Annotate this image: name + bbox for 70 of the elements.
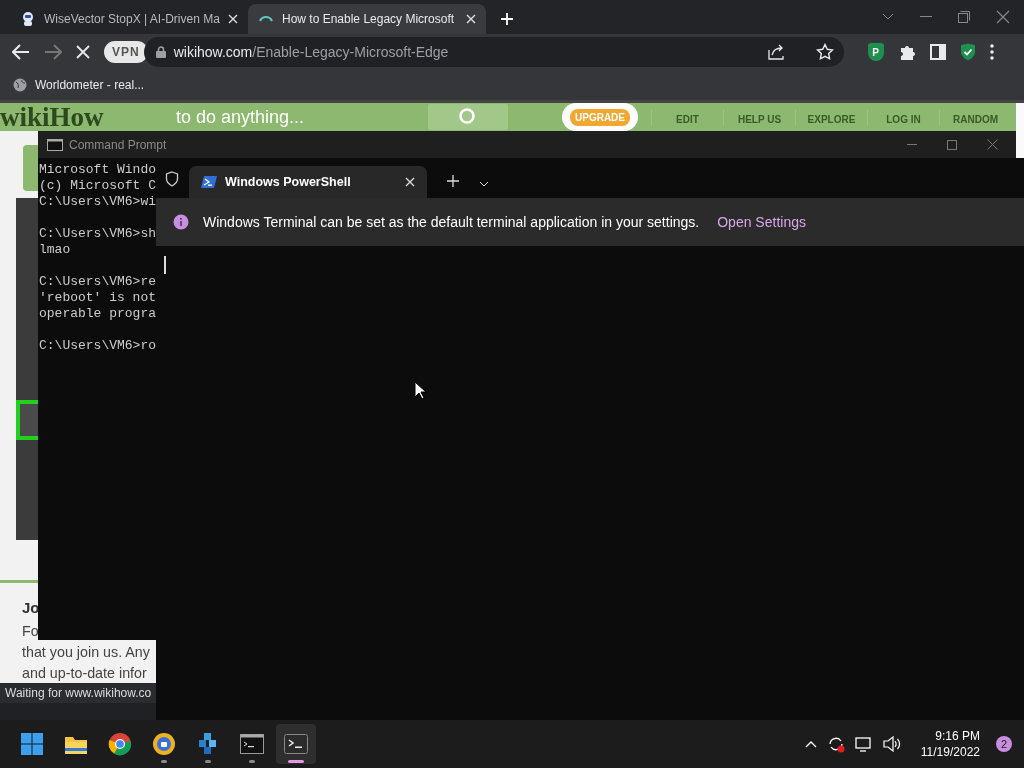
text-cursor — [164, 256, 166, 274]
search-icon — [458, 107, 478, 127]
nav-link[interactable]: LOG IN — [867, 109, 939, 125]
command-prompt-icon — [47, 138, 63, 151]
window-title: Command Prompt — [69, 137, 167, 152]
console-line: C:\Users\VM6>re — [39, 274, 157, 290]
console-line: lmao — [39, 242, 71, 258]
back-icon[interactable] — [12, 44, 30, 60]
nav-link[interactable]: EDIT — [651, 109, 723, 125]
mouse-pointer-icon — [414, 381, 426, 400]
tagline: to do anything... — [176, 106, 306, 128]
stop-icon[interactable] — [76, 45, 90, 59]
speaker-icon[interactable] — [882, 736, 901, 752]
sync-icon[interactable] — [826, 735, 845, 753]
taskbar-button[interactable] — [276, 724, 316, 764]
forward-icon[interactable] — [44, 44, 62, 60]
maximize-icon[interactable] — [947, 139, 957, 150]
shield-icon[interactable] — [165, 171, 179, 187]
terminal-icon[interactable] — [284, 734, 308, 754]
console-line: C:\Users\VM6>wi — [39, 194, 157, 210]
browser-tab[interactable]: WiseVector StopX | AI-Driven Ma — [10, 4, 248, 34]
minimize-icon[interactable] — [907, 143, 917, 146]
nav-link[interactable]: EXPLORE — [795, 109, 867, 125]
robot-icon — [20, 11, 36, 27]
running-indicator — [161, 760, 167, 763]
globe-icon — [13, 78, 27, 92]
share-icon[interactable] — [767, 44, 786, 60]
running-indicator — [249, 760, 255, 763]
console-line: (c) Microsoft C — [39, 178, 157, 194]
side-panel-icon[interactable] — [929, 44, 946, 60]
browser-tab[interactable]: How to Enable Legacy Microsoft — [248, 4, 486, 34]
notice-text: Windows Terminal can be set as the default terminal application in your settings. — [203, 214, 700, 230]
running-indicator — [288, 760, 304, 763]
scrollbar[interactable] — [1016, 103, 1024, 158]
powershell-icon — [201, 175, 217, 189]
body-text: and up-to-date infor — [22, 664, 148, 683]
open-settings-link[interactable]: Open Settings — [717, 214, 806, 230]
bookmark-link[interactable]: Worldometer - real... — [35, 78, 145, 92]
menu-icon[interactable] — [989, 44, 994, 60]
console-line: Microsoft Windo — [39, 162, 157, 178]
clock[interactable]: 9:16 PM 11/19/2022 — [920, 728, 980, 760]
vpn-badge[interactable]: VPN — [104, 41, 148, 63]
lock-icon — [155, 46, 166, 58]
star-icon[interactable] — [815, 43, 834, 61]
chevron-up-icon[interactable] — [804, 740, 817, 748]
body-text: Fo — [22, 622, 40, 641]
new-tab-icon[interactable] — [447, 175, 459, 187]
command-prompt-icon[interactable] — [240, 734, 264, 754]
browser-icon[interactable] — [152, 732, 176, 756]
terminal-tab[interactable]: Windows PowerShell — [189, 166, 427, 198]
chrome-icon[interactable] — [108, 732, 132, 756]
windows-icon[interactable] — [20, 732, 44, 756]
nav-link[interactable]: RANDOM — [939, 109, 1011, 125]
shield-check-icon[interactable] — [959, 43, 976, 61]
running-indicator — [205, 760, 211, 763]
monitor-icon[interactable] — [854, 736, 873, 752]
status-text: Waiting for www.wikihow.co — [0, 683, 156, 703]
notification-badge[interactable]: 2 — [996, 736, 1012, 752]
wikihow-logo[interactable]: wikiHow — [0, 103, 176, 131]
address-bar[interactable]: wikihow.com/Enable-Legacy-Microsoft-Edge — [143, 37, 844, 67]
restore-icon[interactable] — [958, 11, 970, 23]
minimize-icon[interactable] — [920, 16, 932, 18]
console-line: operable progra — [39, 306, 157, 322]
console-line: C:\Users\VM6>sh — [39, 226, 157, 242]
body-text: that you join us. Any — [22, 643, 151, 662]
extension-icon[interactable]: P — [867, 43, 884, 61]
info-icon — [173, 214, 189, 230]
nav-link[interactable]: HELP US — [723, 109, 795, 125]
console-line: C:\Users\VM6>ro — [39, 338, 157, 354]
console-line: 'reboot' is not — [39, 290, 157, 306]
